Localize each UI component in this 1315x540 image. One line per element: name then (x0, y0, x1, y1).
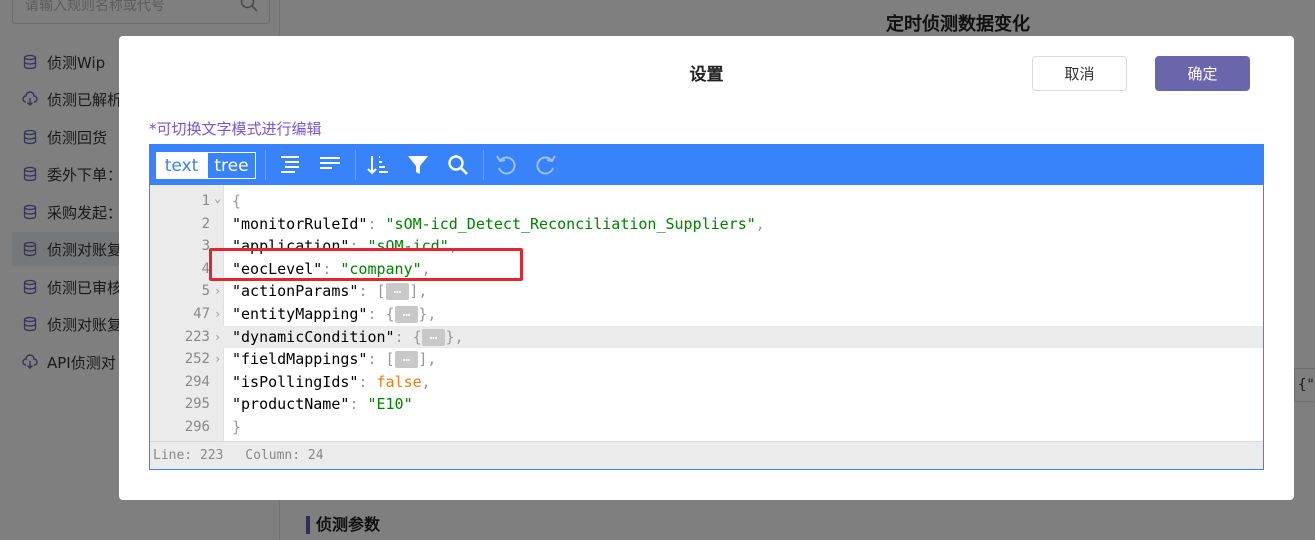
comma: , (454, 327, 464, 346)
json-value: "sOM-icd_Detect_Reconciliation_Suppliers… (385, 214, 756, 233)
confirm-button[interactable]: 确定 (1155, 56, 1250, 91)
fold-toggle-icon[interactable]: › (214, 326, 221, 349)
filter-icon[interactable] (406, 153, 430, 177)
code-text: "monitorRuleId": "sOM-icd_Detect_Reconci… (232, 213, 765, 236)
collapsed-node[interactable]: … (394, 306, 419, 323)
fold-toggle-icon[interactable]: › (214, 280, 221, 303)
json-key: "monitorRuleId" (232, 214, 368, 233)
json-value: "E10" (367, 395, 413, 414)
colon: : (358, 282, 377, 301)
compact-icon[interactable] (318, 153, 342, 177)
line-number: 47 (193, 306, 210, 322)
redo-icon[interactable] (534, 153, 558, 177)
colon: : (367, 214, 386, 233)
colon: : (394, 327, 413, 346)
code-line: 296} (150, 416, 1263, 439)
editor-toolbar: text tree (150, 145, 1263, 185)
toolbar-divider (483, 150, 484, 180)
json-key: "entityMapping" (232, 305, 368, 323)
fold-toggle-icon[interactable]: › (214, 348, 221, 371)
colon: : (367, 350, 386, 369)
cursor-line: Line: 223 (153, 448, 224, 463)
fold-toggle-icon[interactable]: ⌄ (214, 187, 221, 210)
colon: : (367, 305, 386, 323)
line-number: 4 (201, 260, 210, 277)
line-number: 252 (184, 351, 210, 368)
comma: , (421, 372, 431, 391)
sort-icon[interactable] (366, 153, 390, 177)
code-line: 5 › "actionParams": […], (150, 280, 1263, 303)
comma: , (427, 305, 437, 323)
code-text: { (232, 190, 241, 213)
mode-text-tab[interactable]: text (156, 152, 207, 179)
search-icon[interactable] (446, 153, 470, 177)
code-line: 252 › "fieldMappings": […], (150, 348, 1263, 371)
line-number: 5 (201, 283, 210, 300)
json-editor: text tree 1 ⌄ {2 "monitorRuleId": "sOM-… (149, 144, 1264, 470)
cancel-button[interactable]: 取消 (1032, 56, 1127, 91)
code-text: "actionParams": […], (232, 280, 427, 303)
open-bracket: [ (385, 350, 395, 369)
code-text: "dynamicCondition": {…}, (232, 326, 464, 349)
code-line: 2 "monitorRuleId": "sOM-icd_Detect_Reconc… (150, 213, 1263, 236)
comma: , (418, 282, 428, 301)
line-number: 1 (201, 193, 210, 209)
code-text: "productName": "E10" (232, 393, 413, 416)
line-number: 294 (184, 373, 210, 390)
collapsed-node[interactable]: … (394, 351, 419, 369)
mode-tree-tab[interactable]: tree (207, 152, 256, 179)
json-key: "fieldMappings" (232, 350, 368, 369)
brace: } (232, 418, 242, 436)
open-bracket: { (385, 305, 395, 323)
code-text: "entityMapping": {…}, (232, 303, 436, 326)
code-text: "fieldMappings": […], (232, 348, 436, 371)
line-number: 3 (201, 238, 210, 255)
format-icon[interactable] (278, 153, 302, 177)
code-text: "isPollingIds": false, (232, 371, 431, 394)
open-bracket: [ (376, 282, 386, 301)
colon: : (358, 372, 377, 391)
line-number: 223 (184, 328, 210, 345)
code-line: 294 "isPollingIds": false, (150, 371, 1263, 394)
code-text: } (232, 416, 241, 439)
fold-toggle-icon[interactable]: › (214, 303, 221, 326)
highlight-annotation-box (209, 248, 523, 281)
brace: { (232, 192, 242, 210)
collapsed-node[interactable]: … (385, 283, 410, 301)
close-bracket: } (445, 327, 455, 346)
line-number: 2 (201, 215, 210, 232)
undo-icon[interactable] (494, 153, 518, 177)
open-bracket: { (412, 327, 422, 346)
json-value: false (376, 372, 422, 391)
json-key: "actionParams" (232, 282, 359, 301)
line-number: 295 (184, 396, 210, 413)
comma: , (427, 350, 437, 369)
json-key: "dynamicCondition" (232, 327, 395, 346)
editor-statusbar: Line: 223 Column: 24 (150, 441, 1263, 469)
json-key: "isPollingIds" (232, 372, 359, 391)
json-key: "productName" (232, 395, 350, 414)
code-line: 1 ⌄ { (150, 190, 1263, 213)
toolbar-divider (355, 150, 356, 180)
comma: , (755, 214, 765, 233)
colon: : (349, 395, 368, 414)
code-line: 47 › "entityMapping": {…}, (150, 303, 1263, 326)
collapsed-node[interactable]: … (421, 328, 446, 346)
cursor-column: Column: 24 (245, 448, 324, 463)
edit-hint: *可切换文字模式进行编辑 (149, 120, 322, 138)
toolbar-divider (265, 150, 266, 180)
code-line: 295 "productName": "E10" (150, 393, 1263, 416)
code-area[interactable]: 1 ⌄ {2 "monitorRuleId": "sOM-icd_Detect_Rec… (150, 185, 1263, 442)
line-number: 296 (184, 419, 210, 435)
code-line: 223 › "dynamicCondition": {…}, (150, 325, 1263, 349)
